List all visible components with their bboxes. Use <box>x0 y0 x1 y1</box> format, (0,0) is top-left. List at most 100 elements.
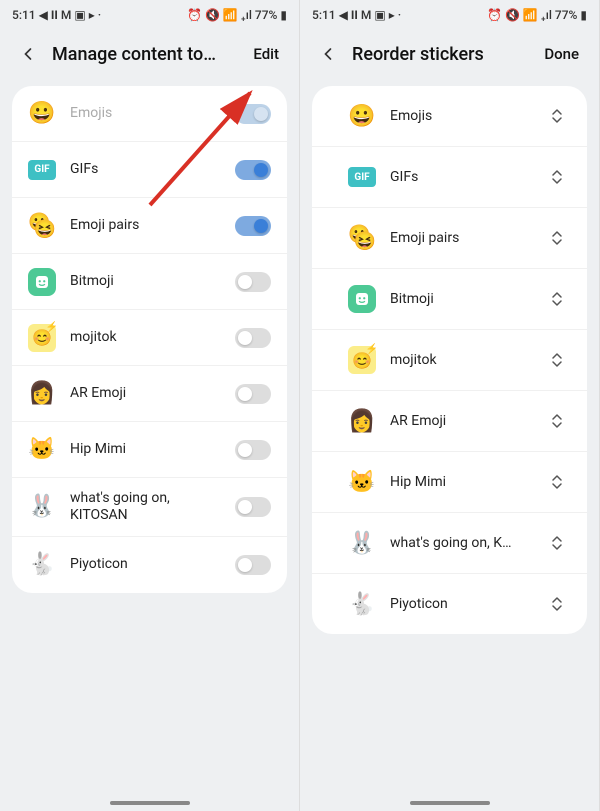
screen-reorder-stickers: 5:11 ◀ II M ▣ ▸ · ⏰ 🔇 📶 ₊ıl 77% ▮ Reorde… <box>300 0 600 811</box>
reorder-handle-icon[interactable] <box>547 472 567 492</box>
wifi-icon: 📶 <box>223 8 238 22</box>
signal-icon: ₊ıl <box>541 8 552 22</box>
row-label: what's going on, K… <box>390 535 533 552</box>
content-list: 😀 Emojis GIF GIFs 😀😆 Emoji pairs Bitmoji… <box>12 86 287 593</box>
gif-icon: GIF <box>348 163 376 191</box>
row-label: Piyoticon <box>390 596 533 613</box>
row-emojis: 😀 Emojis <box>12 86 287 142</box>
reorder-handle-icon[interactable] <box>547 533 567 553</box>
kitosan-icon: 🐰 <box>348 529 376 557</box>
row-bitmoji[interactable]: Bitmoji <box>312 269 587 330</box>
toggle-kitosan[interactable] <box>235 497 271 517</box>
chevron-left-icon <box>318 44 338 64</box>
mojitok-icon: 😊 <box>28 324 56 352</box>
reorder-handle-icon[interactable] <box>547 289 567 309</box>
row-gifs: GIF GIFs <box>12 142 287 198</box>
row-ar-emoji[interactable]: 👩 AR Emoji <box>312 391 587 452</box>
row-label: Hip Mimi <box>390 474 533 491</box>
reorder-handle-icon[interactable] <box>547 350 567 370</box>
battery-icon: ▮ <box>280 8 287 22</box>
kitosan-icon: 🐰 <box>28 493 56 521</box>
status-bar: 5:11 ◀ II M ▣ ▸ · ⏰ 🔇 📶 ₊ıl 77% ▮ <box>0 0 299 26</box>
nav-handle[interactable] <box>110 801 190 805</box>
status-bar: 5:11 ◀ II M ▣ ▸ · ⏰ 🔇 📶 ₊ıl 77% ▮ <box>300 0 599 26</box>
hip-mimi-icon: 🐱 <box>348 468 376 496</box>
nav-handle[interactable] <box>410 801 490 805</box>
emoji-icon: 😀 <box>348 102 376 130</box>
bitmoji-icon <box>28 268 56 296</box>
row-hip-mimi: 🐱 Hip Mimi <box>12 422 287 478</box>
toggle-piyoticon[interactable] <box>235 555 271 575</box>
row-label: Emojis <box>70 105 221 122</box>
youtube-icon: ▸ <box>389 8 395 22</box>
row-mojitok[interactable]: 😊 mojitok <box>312 330 587 391</box>
row-piyoticon: 🐇 Piyoticon <box>12 537 287 593</box>
chat-icon: ▣ <box>374 8 385 22</box>
page-title: Manage content to… <box>52 44 237 65</box>
bitmoji-icon <box>348 285 376 313</box>
row-label: Emoji pairs <box>70 217 221 234</box>
done-button[interactable]: Done <box>540 45 583 63</box>
telegram-icon: ◀ <box>39 8 48 22</box>
row-label: GIFs <box>390 169 533 186</box>
row-emoji-pairs[interactable]: 😀😆 Emoji pairs <box>312 208 587 269</box>
back-button[interactable] <box>316 42 340 66</box>
battery-icon: ▮ <box>580 8 587 22</box>
mojitok-icon: 😊 <box>348 346 376 374</box>
row-emoji-pairs: 😀😆 Emoji pairs <box>12 198 287 254</box>
chat-icon: ▣ <box>74 8 85 22</box>
row-label: GIFs <box>70 161 221 178</box>
youtube-icon: ▸ <box>89 8 95 22</box>
toggle-mojitok[interactable] <box>235 328 271 348</box>
pause-icon: II <box>351 8 358 22</box>
row-label: what's going on, KITOSAN <box>70 490 221 524</box>
header: Manage content to… Edit <box>0 26 299 86</box>
row-kitosan[interactable]: 🐰 what's going on, K… <box>312 513 587 574</box>
toggle-bitmoji[interactable] <box>235 272 271 292</box>
reorder-handle-icon[interactable] <box>547 594 567 614</box>
row-label: Piyoticon <box>70 556 221 573</box>
row-mojitok: 😊 mojitok <box>12 310 287 366</box>
telegram-icon: ◀ <box>339 8 348 22</box>
reorder-handle-icon[interactable] <box>547 411 567 431</box>
row-emojis[interactable]: 😀 Emojis <box>312 86 587 147</box>
row-hip-mimi[interactable]: 🐱 Hip Mimi <box>312 452 587 513</box>
piyoticon-icon: 🐇 <box>28 551 56 579</box>
status-time: 5:11 <box>312 8 336 22</box>
row-label: Emoji pairs <box>390 230 533 247</box>
toggle-emoji-pairs[interactable] <box>235 216 271 236</box>
mute-icon: 🔇 <box>205 8 220 22</box>
toggle-emojis[interactable] <box>235 104 271 124</box>
gmail-icon: M <box>361 8 372 22</box>
ar-emoji-icon: 👩 <box>28 380 56 408</box>
reorder-handle-icon[interactable] <box>547 167 567 187</box>
reorder-handle-icon[interactable] <box>547 228 567 248</box>
emoji-pairs-icon: 😀😆 <box>348 224 376 252</box>
screen-manage-content: 5:11 ◀ II M ▣ ▸ · ⏰ 🔇 📶 ₊ıl 77% ▮ Manage… <box>0 0 300 811</box>
chevron-left-icon <box>18 44 38 64</box>
ar-emoji-icon: 👩 <box>348 407 376 435</box>
wifi-icon: 📶 <box>523 8 538 22</box>
back-button[interactable] <box>16 42 40 66</box>
row-label: AR Emoji <box>390 413 533 430</box>
toggle-ar-emoji[interactable] <box>235 384 271 404</box>
row-bitmoji: Bitmoji <box>12 254 287 310</box>
row-gifs[interactable]: GIF GIFs <box>312 147 587 208</box>
row-label: mojitok <box>70 329 221 346</box>
edit-button[interactable]: Edit <box>249 45 283 63</box>
emoji-pairs-icon: 😀😆 <box>28 212 56 240</box>
row-label: AR Emoji <box>70 385 221 402</box>
row-piyoticon[interactable]: 🐇 Piyoticon <box>312 574 587 634</box>
toggle-hip-mimi[interactable] <box>235 440 271 460</box>
row-ar-emoji: 👩 AR Emoji <box>12 366 287 422</box>
reorder-handle-icon[interactable] <box>547 106 567 126</box>
page-title: Reorder stickers <box>352 44 528 65</box>
toggle-gifs[interactable] <box>235 160 271 180</box>
emoji-icon: 😀 <box>28 100 56 128</box>
alarm-icon: ⏰ <box>487 8 502 22</box>
row-label: mojitok <box>390 352 533 369</box>
mute-icon: 🔇 <box>505 8 520 22</box>
row-kitosan: 🐰 what's going on, KITOSAN <box>12 478 287 537</box>
signal-icon: ₊ıl <box>241 8 252 22</box>
pause-icon: II <box>51 8 58 22</box>
